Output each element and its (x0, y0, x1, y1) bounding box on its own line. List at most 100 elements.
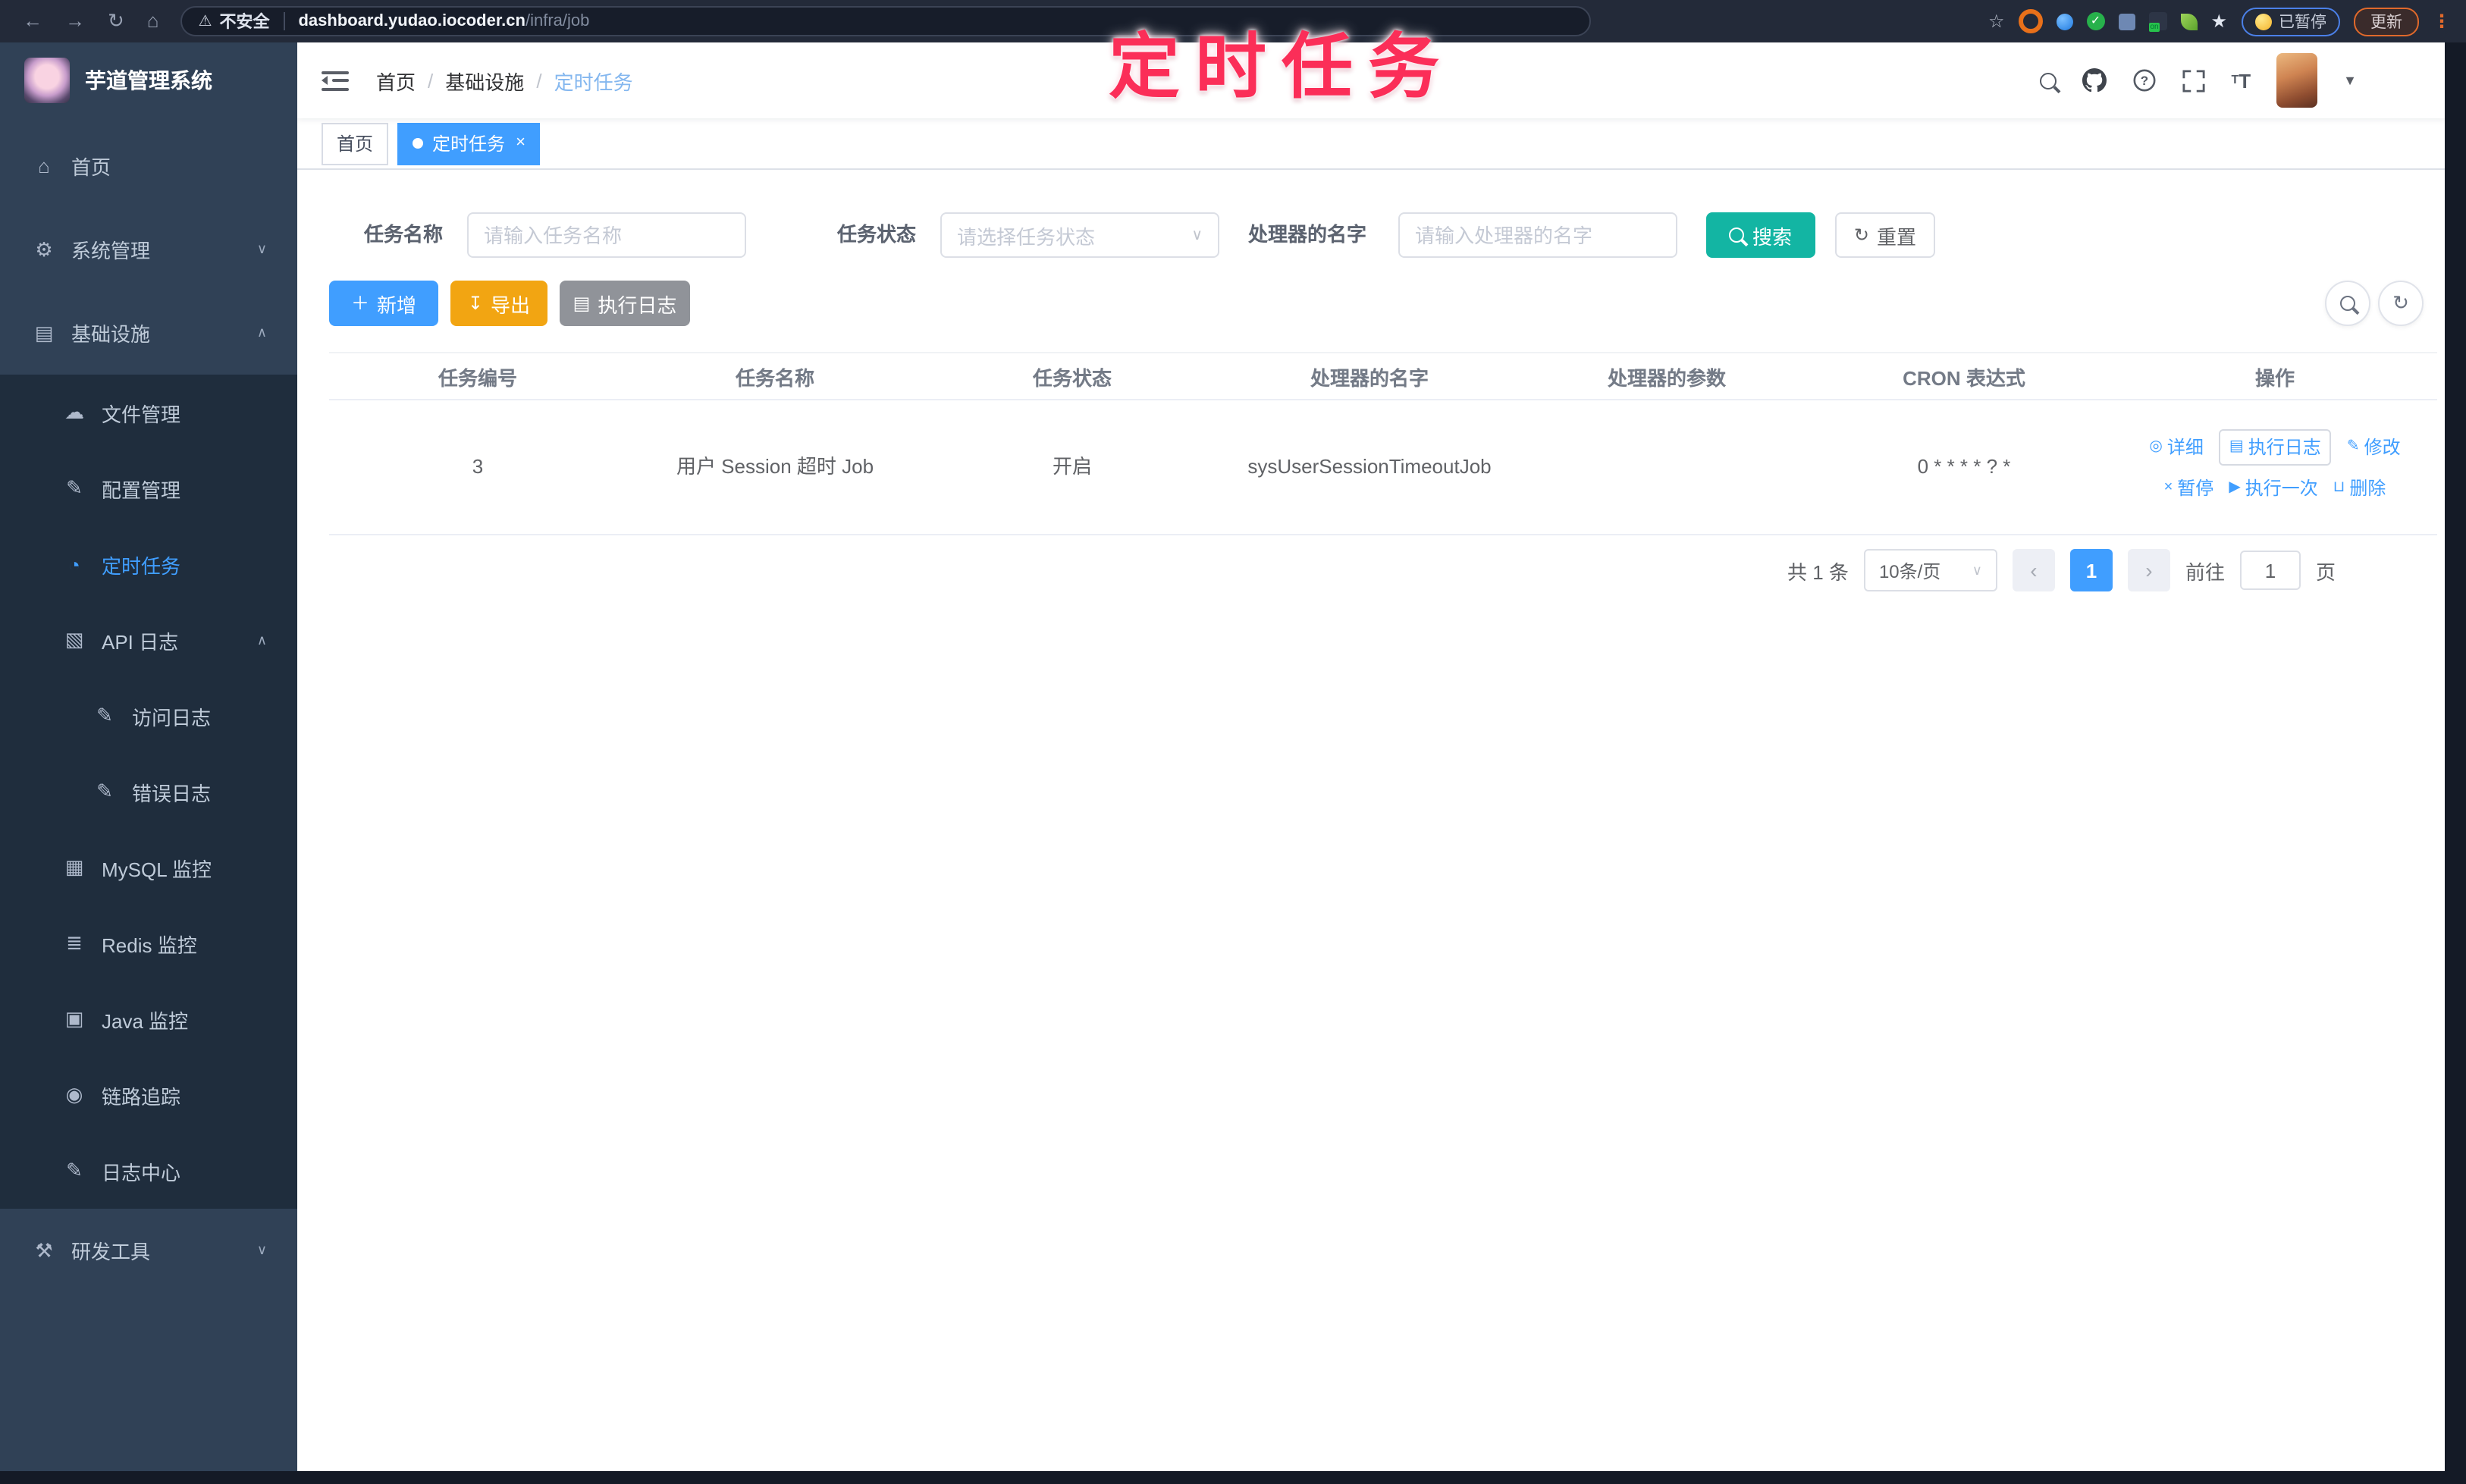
reset-button[interactable]: ↻ 重置 (1835, 212, 1935, 258)
search-button[interactable]: 搜索 (1706, 212, 1815, 258)
sidebar-item-error-log[interactable]: ✎ 错误日志 (0, 754, 297, 830)
home-icon[interactable]: ⌂ (147, 0, 159, 42)
cell-handler-param (1518, 455, 1815, 479)
fullscreen-icon[interactable] (2182, 69, 2205, 92)
bookmark-star-icon[interactable]: ☆ (1988, 11, 2005, 32)
sidebar-item-dev-tools[interactable]: ⚒ 研发工具 ∨ (0, 1209, 297, 1292)
cloud-upload-icon: ☁ (64, 400, 84, 423)
add-button[interactable]: ＋ 新增 (329, 281, 438, 326)
extension-green-check-icon[interactable]: ✓ (2086, 12, 2105, 30)
goto-unit: 页 (2315, 560, 2336, 583)
refresh-icon: ↻ (2392, 291, 2409, 314)
sidebar-item-scheduled-tasks[interactable]: ◔ 定时任务 (0, 526, 297, 602)
sidebar-item-redis-monitor[interactable]: ≣ Redis 监控 (0, 905, 297, 981)
app-logo-row: 芋道管理系统 (0, 42, 297, 118)
sidebar-item-config-management[interactable]: ✎ 配置管理 (0, 450, 297, 526)
monitor-icon: ▣ (64, 1007, 84, 1030)
stop-icon: × (2163, 478, 2173, 495)
page-size-select[interactable]: 10条/页 ∨ (1863, 549, 1997, 591)
sidebar-item-api-log[interactable]: ▧ API 日志 ∧ (0, 602, 297, 678)
task-status-select[interactable]: 请选择任务状态 ∨ (940, 212, 1219, 258)
eye-icon: ◎ (2149, 438, 2163, 454)
exec-log-button[interactable]: ▤ 执行日志 (560, 281, 690, 326)
header-actions: ? TT ▼ (2040, 53, 2357, 108)
cell-handler-name: sysUserSessionTimeoutJob (1247, 455, 1492, 478)
help-icon[interactable]: ? (2132, 68, 2157, 93)
avatar[interactable] (2276, 53, 2318, 108)
app-title: 芋道管理系统 (85, 68, 212, 93)
reload-icon[interactable]: ↻ (108, 0, 124, 42)
sidebar-item-home[interactable]: ⌂ 首页 (0, 124, 297, 208)
sidebar-item-system[interactable]: ⚙ 系统管理 ∨ (0, 208, 297, 291)
extension-leaf-icon[interactable] (2180, 13, 2198, 30)
tag-home[interactable]: 首页 (322, 122, 389, 165)
sidebar-item-file-management[interactable]: ☁ 文件管理 (0, 375, 297, 450)
plus-icon: ＋ (350, 293, 369, 314)
browser-update-button[interactable]: 更新 (2354, 7, 2419, 36)
pagination: 共 1 条 10条/页 ∨ ‹ 1 › 前往 页 (297, 549, 2336, 591)
extension-on-badge-icon[interactable] (2148, 12, 2167, 32)
next-page-button[interactable]: › (2127, 549, 2170, 591)
sidebar-item-log-center[interactable]: ✎ 日志中心 (0, 1133, 297, 1209)
caret-down-icon[interactable]: ▼ (2343, 73, 2357, 88)
trash-icon: ⊔ (2333, 478, 2345, 495)
sidebar-fold-icon[interactable] (322, 71, 349, 90)
pause-link[interactable]: × 暂停 (2164, 472, 2214, 503)
task-name-label: 任务名称 (364, 223, 444, 246)
run-once-link[interactable]: ▶ 执行一次 (2229, 472, 2317, 503)
url-host: dashboard.yudao.iocoder.cn (298, 12, 526, 30)
sidebar-item-java-monitor[interactable]: ▣ Java 监控 (0, 981, 297, 1057)
cell-cron: 0 * * * * ? * (1917, 455, 2011, 478)
home-icon: ⌂ (38, 155, 50, 177)
extension-puzzle-icon[interactable] (2118, 13, 2135, 30)
handler-name-input[interactable] (1398, 212, 1677, 258)
toggle-search-button[interactable] (2325, 281, 2370, 326)
sidebar-item-access-log[interactable]: ✎ 访问日志 (0, 678, 297, 754)
address-bar[interactable]: ⚠ 不安全 dashboard.yudao.iocoder.cn /infra/… (180, 6, 1591, 36)
page-1-button[interactable]: 1 (2069, 549, 2113, 591)
edit-icon: ✎ (66, 476, 83, 499)
goto-page-input[interactable] (2239, 551, 2301, 590)
extension-star-icon[interactable]: ★ (2210, 11, 2227, 32)
edit-icon: ✎ (66, 1159, 83, 1181)
forward-icon[interactable]: → (65, 0, 85, 42)
document-icon: ▤ (2229, 438, 2244, 454)
row-exec-log-link[interactable]: ▤ 执行日志 (2218, 428, 2332, 465)
tag-scheduled-tasks[interactable]: 定时任务 × (397, 122, 541, 165)
detail-link[interactable]: ◎ 详细 (2149, 431, 2204, 462)
extension-blue-drop-icon[interactable] (2056, 13, 2073, 30)
close-icon[interactable]: × (516, 134, 526, 152)
sidebar-item-trace[interactable]: ◉ 链路追踪 (0, 1057, 297, 1133)
cell-actions: ◎ 详细 ▤ 执行日志 ✎ 修改 × 暂停 ▶ 执行一次 ⊔ 删除 (2113, 414, 2437, 520)
browser-menu-icon[interactable]: ⋮ (2433, 12, 2451, 30)
breadcrumb-home[interactable]: 首页 (376, 66, 416, 95)
breadcrumb-current: 定时任务 (554, 71, 633, 93)
sidebar-item-infrastructure[interactable]: ▤ 基础设施 ∧ (0, 291, 297, 375)
play-icon: ▶ (2229, 478, 2241, 495)
gear-icon: ⚙ (35, 237, 53, 260)
extension-orange-ring-icon[interactable] (2018, 9, 2043, 33)
breadcrumb-infrastructure[interactable]: 基础设施 (445, 66, 524, 95)
refresh-table-button[interactable]: ↻ (2378, 281, 2424, 326)
breadcrumb: 首页 / 基础设施 / 定时任务 (376, 66, 633, 95)
search-icon (1729, 227, 1745, 243)
table-row: 3 用户 Session 超时 Job 开启 sysUserSessionTim… (329, 400, 2437, 535)
github-icon[interactable] (2082, 68, 2107, 93)
prev-page-button[interactable]: ‹ (2012, 549, 2055, 591)
chevron-down-icon: ∨ (1972, 562, 1982, 577)
search-icon[interactable] (2040, 72, 2057, 89)
sidebar-item-mysql-monitor[interactable]: ▦ MySQL 监控 (0, 830, 297, 905)
delete-link[interactable]: ⊔ 删除 (2333, 472, 2386, 503)
edit-link[interactable]: ✎ 修改 (2347, 431, 2401, 462)
sidebar-menu: ⌂ 首页 ⚙ 系统管理 ∨ ▤ 基础设施 ∧ ☁ 文件管理 ✎ 配置管理 ◔ 定… (0, 118, 297, 1292)
task-status-label: 任务状态 (837, 223, 917, 246)
task-name-input[interactable] (467, 212, 746, 258)
col-task-id: 任务编号 (438, 366, 517, 389)
font-size-icon[interactable]: TT (2231, 71, 2251, 90)
col-handler-param: 处理器的参数 (1607, 366, 1726, 389)
security-label: 不安全 (219, 14, 270, 32)
back-icon[interactable]: ← (23, 0, 42, 42)
edit-icon: ✎ (96, 704, 113, 726)
export-button[interactable]: ↧ 导出 (450, 281, 547, 326)
extension-paused-pill[interactable]: 已暂停 (2241, 7, 2340, 36)
